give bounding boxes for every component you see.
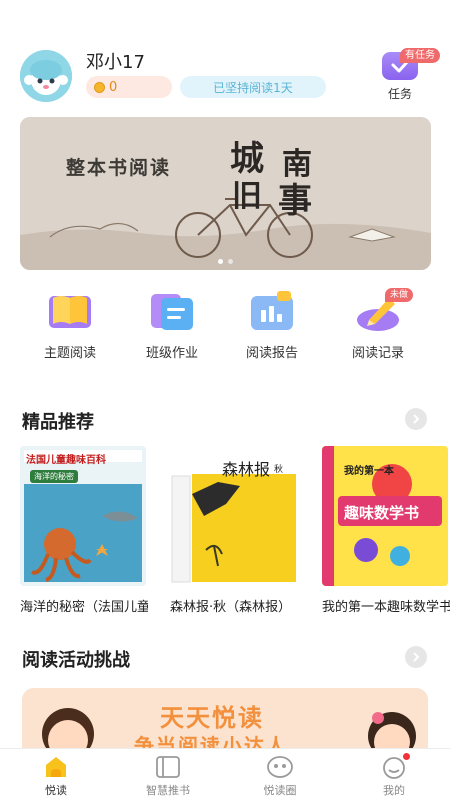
book-cover-subtitle: 趣味数学书: [344, 504, 420, 522]
book-cover-title: 森林报: [222, 460, 271, 479]
chevron-right-icon: [413, 652, 420, 662]
bottom-tab-bar: 悦读 智慧推书 悦读圈 我的: [0, 748, 450, 800]
coin-icon: [94, 81, 105, 93]
coin-balance[interactable]: 0: [86, 76, 172, 98]
book-icon: [45, 288, 95, 334]
notification-dot: [403, 753, 410, 760]
banner-title: 整本书阅读: [66, 157, 172, 179]
carousel-dots: [20, 259, 431, 264]
banner-char-4: 事: [278, 181, 312, 221]
feature-label: 主题阅读: [43, 346, 96, 361]
carousel-dot[interactable]: [218, 259, 223, 264]
report-icon: [247, 288, 297, 334]
tab-reading-circle[interactable]: 悦读圈: [250, 755, 310, 798]
book-cover-subtitle: 海洋的秘密: [30, 470, 78, 483]
recommend-title: 精品推荐: [22, 412, 94, 433]
recommend-more-button[interactable]: [405, 408, 427, 430]
feature-label: 阅读记录: [351, 346, 404, 361]
smart-book-icon: [154, 755, 182, 779]
feature-reading-record[interactable]: 未做 阅读记录: [328, 288, 428, 361]
book-title: 我的第一本趣味数学书: [322, 600, 450, 615]
feature-theme-reading[interactable]: 主题阅读: [20, 288, 120, 361]
challenge-more-button[interactable]: [405, 646, 427, 668]
reading-streak: 已坚持阅读1天: [180, 76, 326, 98]
task-button[interactable]: 有任务 任务: [380, 48, 440, 101]
tab-reading[interactable]: 悦读: [26, 755, 86, 798]
avatar[interactable]: [20, 50, 72, 102]
avatar-mascot-icon: [20, 50, 72, 102]
tab-smart-books[interactable]: 智慧推书: [138, 755, 198, 798]
book-cover-title: 法国儿童趣味百科: [26, 455, 106, 466]
book-cover-subtitle: 秋: [274, 465, 284, 475]
feature-class-homework[interactable]: 班级作业: [122, 288, 222, 361]
promo-banner[interactable]: 整本书阅读 城 南 旧 事: [20, 117, 431, 270]
book-item[interactable]: 法国儿童趣味百科 海洋的秘密 海洋的秘密（法国儿童趣味百科）: [20, 446, 148, 615]
ocean-cover-art: [20, 446, 146, 586]
task-label: 任务: [387, 87, 412, 101]
user-header: 邓小17 0 已坚持阅读1天 有任务 任务: [0, 40, 450, 110]
feature-reading-report[interactable]: 阅读报告: [222, 288, 322, 361]
homework-icon: [147, 288, 197, 334]
feature-grid: 主题阅读 班级作业 阅读报告 未做 阅读记录: [0, 288, 450, 368]
tab-label: 我的: [383, 784, 405, 797]
tab-label: 悦读圈: [263, 784, 297, 797]
profile-icon: [380, 753, 410, 779]
book-cover: 森林报 秋: [170, 446, 296, 586]
book-cover-title: 我的第一本: [344, 466, 394, 477]
home-icon: [42, 755, 70, 779]
book-title: 森林报·秋（森林报）: [170, 600, 292, 615]
book-list: 法国儿童趣味百科 海洋的秘密 海洋的秘密（法国儿童趣味百科） 森林报 秋 森林报…: [0, 446, 450, 616]
book-item[interactable]: 我的第一本 趣味数学书 我的第一本趣味数学书: [322, 446, 450, 615]
challenge-line-1: 天天悦读: [160, 704, 264, 732]
tab-label: 智慧推书: [146, 784, 190, 797]
banner-char-3: 旧: [232, 179, 262, 214]
book-item[interactable]: 森林报 秋 森林报·秋（森林报）: [170, 446, 298, 615]
book-cover: 法国儿童趣味百科 海洋的秘密: [20, 446, 146, 586]
chevron-right-icon: [413, 414, 420, 424]
feature-label: 阅读报告: [245, 346, 298, 361]
book-cover: 我的第一本 趣味数学书: [322, 446, 448, 586]
coin-value: 0: [109, 79, 118, 95]
circle-icon: [266, 755, 294, 779]
username: 邓小17: [86, 52, 145, 73]
task-badge: 有任务: [400, 48, 440, 63]
banner-illustration: [20, 117, 431, 270]
tab-profile[interactable]: 我的: [364, 753, 424, 798]
record-icon: 未做: [353, 288, 413, 334]
feature-label: 班级作业: [145, 346, 198, 361]
challenge-title: 阅读活动挑战: [22, 650, 130, 671]
book-title: 海洋的秘密（法国儿童趣味百科）: [20, 600, 148, 615]
carousel-dot[interactable]: [228, 259, 233, 264]
record-badge: 未做: [384, 288, 413, 302]
tab-label: 悦读: [45, 784, 67, 797]
